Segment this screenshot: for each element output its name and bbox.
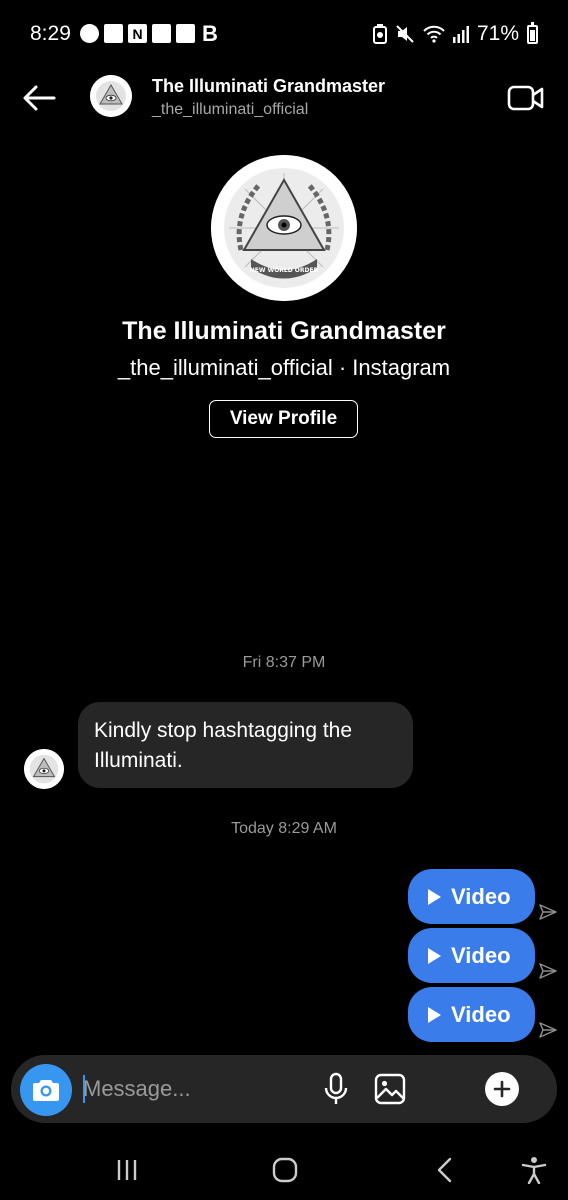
battery-percent: 71% — [476, 22, 519, 45]
header-avatar[interactable] — [90, 75, 132, 117]
more-options-button[interactable] — [485, 1072, 519, 1106]
notification-b-icon: B — [202, 21, 218, 46]
sent-status-icon — [539, 904, 557, 920]
header-name[interactable]: The Illuminati Grandmaster — [152, 76, 385, 97]
timestamp: Fri 8:37 PM — [242, 654, 326, 671]
battery-icon — [527, 21, 538, 44]
video-camera-icon — [507, 85, 544, 111]
signal-icon — [452, 26, 469, 43]
play-icon — [428, 1006, 441, 1023]
gallery-button[interactable] — [373, 1072, 407, 1106]
app-icon — [152, 24, 171, 43]
accessibility-icon — [521, 1157, 547, 1184]
voice-message-button[interactable] — [321, 1072, 351, 1106]
system-back-button[interactable] — [427, 1154, 463, 1186]
notification-icons: N B — [80, 21, 218, 46]
app-icon — [104, 24, 123, 43]
play-icon — [428, 947, 441, 964]
messenger-icon — [80, 24, 99, 43]
app-icon — [176, 24, 195, 43]
mute-icon — [396, 25, 414, 43]
all-seeing-eye-logo — [24, 749, 64, 789]
status-bar: 8:29 N B 71% — [0, 0, 568, 70]
sent-video-message[interactable]: Video — [408, 928, 535, 983]
video-label: Video — [451, 883, 511, 909]
home-icon — [272, 1157, 298, 1183]
video-label: Video — [451, 1001, 511, 1027]
system-icons: 71% — [372, 21, 538, 46]
camera-icon — [33, 1080, 59, 1101]
back-button[interactable] — [20, 78, 60, 118]
message-sender-avatar[interactable] — [24, 749, 64, 789]
data-saver-icon — [372, 24, 387, 44]
wifi-icon — [423, 25, 445, 43]
system-nav-bar — [0, 1140, 568, 1200]
all-seeing-eye-logo: NEW WORLD ORDER — [211, 155, 357, 301]
sent-status-icon — [539, 963, 557, 979]
dm-thread-screen: 8:29 N B 71% The Illuminati Grandmaster … — [0, 0, 568, 1200]
arrow-left-icon — [23, 85, 56, 111]
microphone-icon — [324, 1072, 348, 1104]
received-message-bubble[interactable]: Kindly stop hashtagging the Illuminati. — [78, 702, 413, 788]
message-input[interactable] — [83, 1071, 293, 1107]
nfc-icon: N — [128, 24, 147, 43]
all-seeing-eye-logo — [90, 75, 132, 117]
video-call-button[interactable] — [506, 82, 546, 114]
home-button[interactable] — [267, 1154, 303, 1186]
timestamp: Today 8:29 AM — [231, 820, 337, 837]
sent-video-message[interactable]: Video — [408, 987, 535, 1042]
view-profile-button[interactable]: View Profile — [209, 400, 358, 438]
chevron-left-icon — [437, 1157, 452, 1183]
image-icon — [374, 1073, 406, 1105]
received-message-text: Kindly stop hashtagging the Illuminati. — [94, 719, 353, 772]
profile-name: The Illuminati Grandmaster — [122, 317, 446, 345]
recent-apps-button[interactable] — [109, 1154, 145, 1186]
accessibility-button[interactable] — [516, 1154, 552, 1186]
play-icon — [428, 888, 441, 905]
thread-header: The Illuminati Grandmaster _the_illumina… — [0, 70, 568, 126]
plus-icon — [493, 1080, 511, 1098]
header-username[interactable]: _the_illuminati_official — [152, 101, 308, 119]
recent-apps-icon — [117, 1160, 137, 1180]
profile-avatar[interactable]: NEW WORLD ORDER — [211, 155, 357, 301]
message-composer — [11, 1055, 557, 1123]
sent-status-icon — [539, 1022, 557, 1038]
camera-button[interactable] — [20, 1064, 72, 1116]
status-time: 8:29 — [30, 22, 71, 45]
avatar-caption: NEW WORLD ORDER — [250, 267, 319, 274]
sent-video-message[interactable]: Video — [408, 869, 535, 924]
video-label: Video — [451, 942, 511, 968]
profile-subtitle: _the_illuminati_official · Instagram — [117, 355, 451, 380]
